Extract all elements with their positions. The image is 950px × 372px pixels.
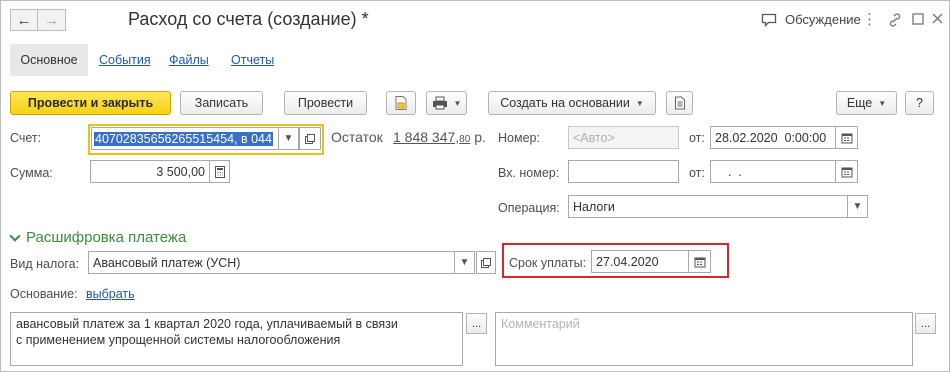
balance-cents: 80: [459, 134, 471, 145]
comment-placeholder: Комментарий: [501, 317, 580, 331]
document-list-button[interactable]: [666, 91, 693, 115]
print-button[interactable]: ▼: [426, 91, 467, 115]
due-date-label: Срок уплаты:: [509, 256, 587, 270]
chevron-down-icon: [9, 229, 21, 242]
due-date-calendar-button[interactable]: [689, 250, 711, 273]
operation-label: Операция:: [498, 201, 560, 215]
payment-purpose-line-1: авансовый платеж за 1 квартал 2020 года,…: [16, 317, 398, 331]
operation-dropdown-button[interactable]: ▼: [848, 195, 868, 218]
chevron-down-icon: ▼: [459, 257, 470, 268]
chat-icon: [761, 13, 777, 27]
payment-purpose-edit-button[interactable]: ...: [466, 313, 487, 334]
sum-field[interactable]: 3 500,00: [90, 160, 210, 183]
tax-type-label: Вид налога:: [10, 257, 80, 271]
date-calendar-button[interactable]: [836, 126, 858, 149]
post-button[interactable]: Провести: [284, 91, 367, 115]
balance-currency: р.: [474, 129, 486, 145]
tab-events[interactable]: События: [99, 53, 151, 67]
tab-main[interactable]: Основное: [10, 44, 88, 76]
discussion-button[interactable]: Обсуждение: [761, 12, 861, 27]
comment-edit-button[interactable]: ...: [915, 313, 936, 334]
account-dropdown-button[interactable]: ▼: [279, 127, 299, 150]
document-structure-icon: [395, 96, 407, 110]
payment-section-title: Расшифровка платежа: [26, 229, 187, 246]
open-icon: [305, 133, 315, 144]
save-button[interactable]: Записать: [180, 91, 263, 115]
calculator-icon: [214, 165, 225, 178]
tab-reports[interactable]: Отчеты: [231, 53, 274, 67]
window-title: Расход со счета (создание) *: [128, 9, 369, 29]
incoming-date-calendar-button[interactable]: [836, 160, 858, 183]
chevron-down-icon: ▼: [852, 201, 863, 212]
date-from-label: от:: [689, 131, 705, 145]
chevron-down-icon: ▼: [878, 98, 887, 108]
payment-purpose-textarea[interactable]: авансовый платеж за 1 квартал 2020 года,…: [10, 312, 463, 366]
tax-type-open-button[interactable]: [476, 251, 496, 274]
maximize-icon[interactable]: [912, 13, 924, 28]
chevron-down-icon: ▼: [635, 98, 644, 108]
calendar-icon: [841, 133, 852, 143]
balance-main[interactable]: 1 848 347,: [393, 129, 459, 145]
discussion-label: Обсуждение: [785, 12, 861, 27]
more-button[interactable]: Еще ▼: [836, 91, 897, 115]
create-based-on-label: Создать на основании: [500, 96, 630, 110]
chevron-down-icon: ▼: [283, 133, 294, 144]
balance-amount[interactable]: 1 848 347,80 р.: [393, 129, 486, 145]
arrow-left-icon: ←: [16, 11, 32, 29]
number-label: Номер:: [498, 131, 540, 145]
payment-purpose-line-2: с применением упрощенной системы налогоо…: [16, 333, 341, 347]
operation-field[interactable]: Налоги: [568, 195, 848, 218]
account-label: Счет:: [10, 131, 42, 145]
forward-button[interactable]: →: [38, 9, 66, 31]
basis-label: Основание:: [10, 287, 78, 301]
account-value: 40702835656265515454, в 044: [94, 131, 273, 146]
document-icon: [674, 96, 685, 110]
chevron-down-icon: ▼: [453, 98, 462, 108]
printer-icon: [432, 96, 447, 110]
more-label: Еще: [846, 96, 873, 110]
account-open-button[interactable]: [299, 127, 321, 150]
calendar-icon: [841, 167, 852, 177]
arrow-right-icon: →: [44, 11, 59, 29]
tax-type-field[interactable]: Авансовый платеж (УСН): [88, 251, 455, 274]
back-button[interactable]: ←: [10, 9, 38, 31]
tax-type-dropdown-button[interactable]: ▼: [455, 251, 475, 274]
calendar-icon: [694, 257, 705, 267]
post-and-close-button[interactable]: Провести и закрыть: [10, 91, 171, 115]
create-based-on-button[interactable]: Создать на основании ▼: [488, 91, 656, 115]
open-icon: [481, 257, 491, 268]
due-date-field[interactable]: 27.04.2020: [591, 250, 689, 273]
payment-section-header[interactable]: Расшифровка платежа: [9, 229, 187, 246]
balance-label: Остаток: [331, 129, 383, 145]
incoming-number-label: Вх. номер:: [498, 166, 560, 180]
incoming-date-from-label: от:: [689, 166, 705, 180]
close-icon[interactable]: [932, 13, 943, 27]
tab-files[interactable]: Файлы: [169, 53, 209, 67]
incoming-date-field[interactable]: . .: [710, 160, 836, 183]
account-field[interactable]: 40702835656265515454, в 044: [91, 127, 279, 150]
comment-textarea[interactable]: Комментарий: [495, 312, 913, 366]
link-icon[interactable]: [888, 13, 902, 30]
more-options-icon[interactable]: ⋮: [862, 10, 877, 28]
help-button[interactable]: ?: [905, 91, 934, 115]
number-field[interactable]: <Авто>: [568, 126, 679, 149]
basis-select-link[interactable]: выбрать: [86, 287, 135, 301]
date-field[interactable]: 28.02.2020 0:00:00: [710, 126, 836, 149]
structure-button[interactable]: [386, 91, 416, 115]
sum-label: Сумма:: [10, 166, 53, 180]
incoming-number-field[interactable]: [568, 160, 679, 183]
sum-calculator-button[interactable]: [210, 160, 230, 183]
